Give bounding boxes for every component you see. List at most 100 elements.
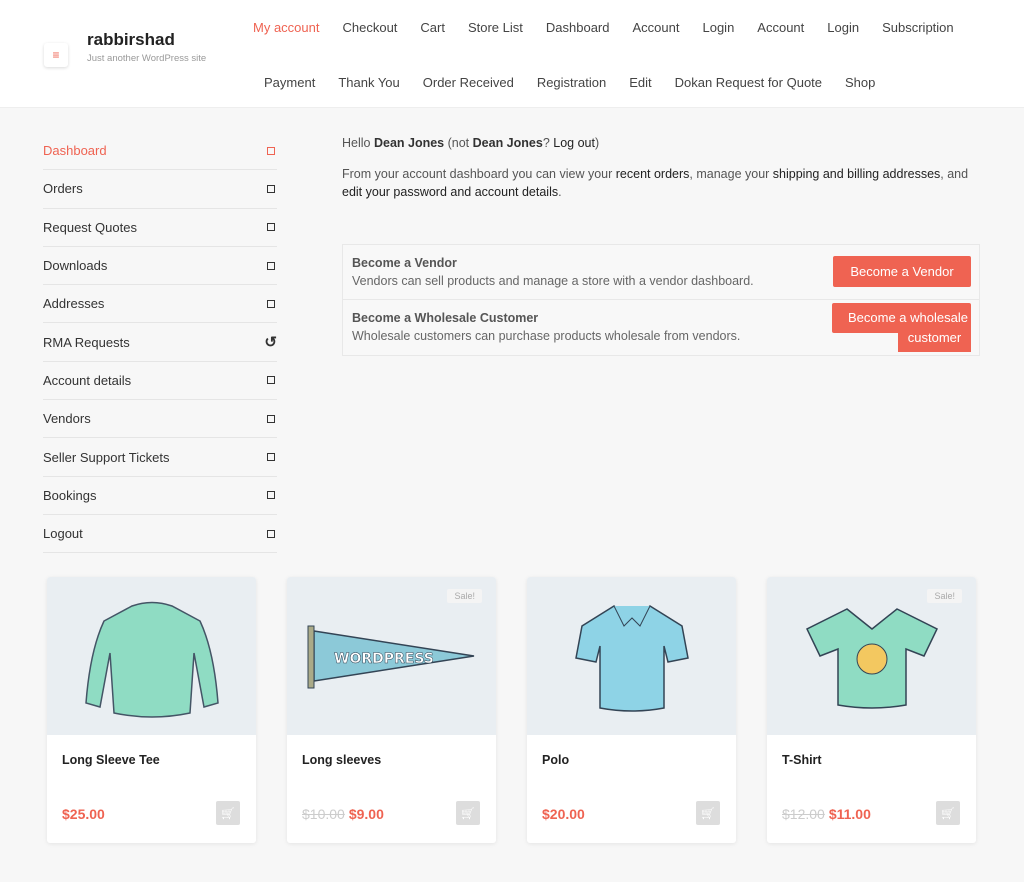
square-icon — [267, 261, 275, 270]
sidebar-item-rma-requests[interactable]: RMA Requests ↺ — [43, 323, 277, 362]
square-icon — [267, 299, 275, 308]
square-icon — [267, 184, 275, 193]
wholesale-title: Become a Wholesale Customer — [352, 311, 539, 325]
current-price: $20.00 — [542, 806, 585, 822]
sidebar-item-label: Account details — [43, 372, 132, 388]
nav-item-registration[interactable]: Registration — [537, 75, 606, 90]
nav-item-account[interactable]: Account — [757, 20, 804, 35]
current-price: $11.00 — [828, 806, 871, 822]
wholesale-description: Wholesale customers can purchase product… — [352, 329, 741, 343]
primary-nav-row-2: Payment Thank You Order Received Registrati… — [264, 75, 875, 90]
add-to-cart-button[interactable]: 🛒 — [696, 801, 720, 825]
sidebar-item-label: Orders — [43, 181, 83, 197]
sidebar-item-vendors[interactable]: Vendors — [43, 400, 277, 439]
account-dashboard-content: Hello Dean Jones (not Dean Jones? Log ou… — [342, 134, 982, 201]
product-card[interactable]: Long Sleeve Tee $25.00 🛒 — [47, 577, 256, 843]
product-illustration — [84, 601, 219, 718]
sidebar-item-request-quotes[interactable]: Request Quotes — [43, 209, 277, 247]
become-vendor-button[interactable]: Become a Vendor — [833, 256, 971, 287]
sidebar-item-logout[interactable]: Logout — [43, 515, 277, 554]
nav-item-checkout[interactable]: Checkout — [342, 20, 397, 35]
nav-item-thank-you[interactable]: Thank You — [338, 75, 399, 90]
product-image[interactable]: Sale! — [767, 577, 976, 735]
addresses-link[interactable]: shipping and billing addresses — [773, 167, 940, 181]
logout-link[interactable]: Log out — [553, 136, 595, 150]
square-icon — [267, 414, 275, 423]
intro-text: From your account dashboard you can view… — [342, 167, 969, 199]
svg-text:WORDPRESS: WORDPRESS — [334, 651, 434, 667]
add-to-cart-button[interactable]: 🛒 — [936, 801, 960, 825]
square-icon — [267, 491, 275, 500]
nav-item-dokan-request-for-quote[interactable]: Dokan Request for Quote — [675, 75, 822, 90]
square-icon — [267, 146, 275, 155]
greeting: Hello Dean Jones (not Dean Jones? Log ou… — [342, 136, 600, 150]
product-name[interactable]: Polo — [542, 753, 569, 767]
nav-item-order-received[interactable]: Order Received — [423, 75, 514, 90]
product-price: $10.00 $9.00 — [302, 806, 384, 822]
site-tagline: Just another WordPress site — [87, 53, 207, 64]
sidebar-item-label: Seller Support Tickets — [43, 449, 170, 465]
product-name[interactable]: Long sleeves — [302, 753, 381, 767]
current-price: $9.00 — [348, 806, 384, 822]
add-to-cart-button[interactable]: 🛒 — [456, 801, 480, 825]
sale-badge: Sale! — [447, 589, 482, 603]
vendor-title: Become a Vendor — [352, 256, 457, 270]
nav-item-login[interactable]: Login — [702, 20, 734, 35]
sidebar-item-dashboard[interactable]: Dashboard — [43, 132, 277, 171]
site-header: ≡ rabbirshad Just another WordPress site… — [0, 0, 1024, 108]
nav-item-edit[interactable]: Edit — [629, 75, 651, 90]
cart-icon: 🛒 — [221, 808, 235, 820]
nav-item-subscription[interactable]: Subscription — [882, 20, 954, 35]
add-to-cart-button[interactable]: 🛒 — [216, 801, 240, 825]
sidebar-item-addresses[interactable]: Addresses — [43, 285, 277, 324]
product-card[interactable]: Polo $20.00 🛒 — [527, 577, 736, 843]
cart-icon: 🛒 — [701, 808, 715, 820]
nav-item-payment[interactable]: Payment — [264, 75, 315, 90]
sale-badge: Sale! — [927, 589, 962, 603]
nav-item-store-list[interactable]: Store List — [468, 20, 523, 35]
sidebar-item-bookings[interactable]: Bookings — [43, 477, 277, 515]
sidebar-item-label: Vendors — [43, 411, 91, 427]
become-wholesale-row: Become a Wholesale Customer Wholesale cu… — [343, 300, 979, 355]
product-price: $12.00 $11.00 — [782, 806, 871, 822]
square-icon — [267, 529, 275, 538]
cart-icon: 🛒 — [941, 808, 955, 820]
nav-item-cart[interactable]: Cart — [420, 20, 445, 35]
product-image[interactable] — [527, 577, 736, 735]
nav-item-account[interactable]: Account — [633, 20, 680, 35]
account-details-link[interactable]: edit your password and account details — [342, 185, 558, 199]
square-icon — [267, 453, 275, 462]
square-icon — [267, 223, 275, 232]
product-name[interactable]: T-Shirt — [782, 753, 822, 767]
sidebar-item-label: Dashboard — [43, 143, 107, 159]
product-price: $20.00 — [542, 806, 585, 822]
product-image[interactable]: WORDPRESS Sale! — [287, 577, 496, 735]
nav-item-dashboard[interactable]: Dashboard — [546, 20, 610, 35]
original-price: $10.00 — [302, 806, 345, 822]
nav-item-shop[interactable]: Shop — [845, 75, 875, 90]
sidebar-item-label: Logout — [43, 526, 83, 542]
sidebar-item-account-details[interactable]: Account details — [43, 362, 277, 401]
wholesale-button-line1[interactable]: Become a wholesale — [832, 303, 971, 333]
nav-item-my-account[interactable]: My account — [253, 20, 319, 35]
vendor-description: Vendors can sell products and manage a s… — [352, 274, 754, 288]
sidebar-item-seller-support-tickets[interactable]: Seller Support Tickets — [43, 438, 277, 477]
product-name[interactable]: Long Sleeve Tee — [62, 753, 160, 767]
product-image[interactable] — [47, 577, 256, 735]
nav-item-login[interactable]: Login — [827, 20, 859, 35]
original-price: $12.00 — [782, 806, 825, 822]
sidebar-item-label: Bookings — [43, 487, 97, 503]
product-illustration — [574, 605, 689, 712]
sidebar-item-label: Request Quotes — [43, 219, 137, 235]
recent-orders-link[interactable]: recent orders — [616, 167, 690, 181]
hamburger-menu-icon[interactable]: ≡ — [44, 43, 68, 67]
product-price: $25.00 — [62, 806, 105, 822]
product-card[interactable]: WORDPRESS Sale! Long sleeves $10.00 $9.00 🛒 — [287, 577, 496, 843]
wholesale-button-line2[interactable]: customer — [898, 330, 971, 352]
product-grid: Long Sleeve Tee $25.00 🛒 WORDPRESS Sale! Long… — [47, 577, 976, 843]
sidebar-item-orders[interactable]: Orders — [43, 170, 277, 209]
product-illustration — [805, 608, 938, 709]
sidebar-item-downloads[interactable]: Downloads — [43, 247, 277, 286]
site-title[interactable]: rabbirshad — [87, 30, 175, 50]
product-card[interactable]: Sale! T-Shirt $12.00 $11.00 🛒 — [767, 577, 976, 843]
